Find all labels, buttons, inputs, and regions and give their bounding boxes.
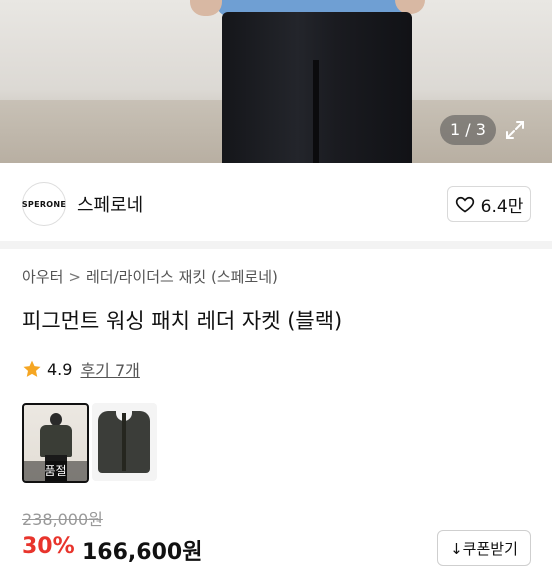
seller-logo-text: SPERONE [21,199,67,209]
rating-value: 4.9 [47,359,73,379]
sold-out-badge: 품절 [24,461,87,481]
pants-gap [313,60,319,163]
seller-name[interactable]: 스페로네 [77,191,143,217]
thumb-jacket-placket [122,413,126,471]
image-counter: 1 / 3 [440,115,496,145]
section-divider [0,241,552,249]
like-count: 6.4만 [480,196,524,217]
expand-icon[interactable] [500,115,530,145]
product-image-carousel[interactable]: 1 / 3 [0,0,552,163]
coupon-button[interactable]: ↓쿠폰받기 [437,530,531,566]
model-hand-left [190,0,222,16]
option-thumbnail-2[interactable] [92,403,157,481]
breadcrumb-separator: > [68,268,81,286]
heart-icon [455,196,474,213]
like-button[interactable]: 6.4만 [447,186,531,222]
product-rating: 4.9 후기 7개 [22,357,140,381]
product-title: 피그먼트 워싱 패치 레더 자켓 (블랙) [22,309,343,333]
discount-rate: 30% [22,534,75,559]
star-icon [23,360,41,377]
breadcrumb: 아우터 > 레더/라이더스 재킷 (스페로네) [22,266,278,287]
seller-logo[interactable]: SPERONE [22,182,66,226]
breadcrumb-subcategory[interactable]: 레더/라이더스 재킷 (스페로네) [86,268,278,286]
coupon-button-label: ↓쿠폰받기 [450,539,518,558]
sale-price: 166,600원 [82,540,203,565]
option-thumbnail-1[interactable]: 품절 [22,403,89,483]
original-price: 238,000원 [22,510,103,529]
review-link[interactable]: 후기 7개 [80,357,139,381]
thumb-model-jacket [40,425,72,457]
breadcrumb-category[interactable]: 아우터 [22,268,63,286]
